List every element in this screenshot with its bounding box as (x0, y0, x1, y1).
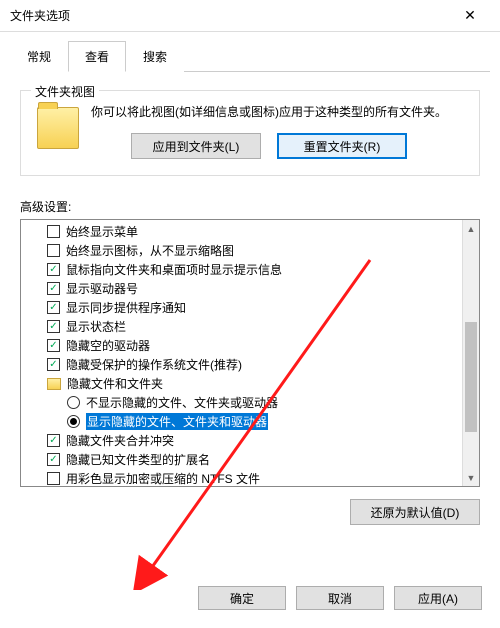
scroll-thumb[interactable] (465, 322, 477, 432)
checkbox-icon[interactable]: ✓ (47, 339, 60, 352)
list-item[interactable]: ✓ 隐藏受保护的操作系统文件(推荐) (27, 355, 461, 374)
list-item-label: 隐藏空的驱动器 (66, 337, 150, 354)
list-item[interactable]: ✓ 显示驱动器号 (27, 279, 461, 298)
checkbox-icon[interactable] (47, 244, 60, 257)
list-item-label: 显示状态栏 (66, 318, 126, 335)
tab-content: 文件夹视图 你可以将此视图(如详细信息或图标)应用于这种类型的所有文件夹。 应用… (0, 72, 500, 525)
list-item-label: 显示隐藏的文件、文件夹和驱动器 (86, 413, 268, 430)
list-item-label: 隐藏文件和文件夹 (67, 375, 163, 392)
list-item-label: 始终显示菜单 (66, 223, 138, 240)
apply-button[interactable]: 应用(A) (394, 586, 482, 610)
advanced-settings-list[interactable]: 始终显示菜单始终显示图标，从不显示缩略图✓鼠标指向文件夹和桌面项时显示提示信息✓… (20, 219, 480, 487)
list-item[interactable]: 用彩色显示加密或压缩的 NTFS 文件 (27, 469, 461, 487)
list-item-label: 鼠标指向文件夹和桌面项时显示提示信息 (66, 261, 282, 278)
checkbox-icon[interactable]: ✓ (47, 434, 60, 447)
checkbox-icon[interactable]: ✓ (47, 301, 60, 314)
checkbox-icon[interactable]: ✓ (47, 282, 60, 295)
group-legend: 文件夹视图 (31, 83, 99, 100)
list-item-label: 隐藏受保护的操作系统文件(推荐) (66, 356, 242, 373)
checkbox-icon[interactable]: ✓ (47, 320, 60, 333)
checkbox-icon[interactable] (47, 225, 60, 238)
close-icon[interactable]: ✕ (450, 7, 490, 24)
checkbox-icon[interactable]: ✓ (47, 358, 60, 371)
checkbox-icon[interactable]: ✓ (47, 263, 60, 276)
radio-icon[interactable] (67, 396, 80, 409)
list-item[interactable]: 始终显示图标，从不显示缩略图 (27, 241, 461, 260)
dialog-footer: 确定 取消 应用(A) (198, 586, 482, 610)
tab-view[interactable]: 查看 (68, 41, 126, 72)
apply-to-folders-button[interactable]: 应用到文件夹(L) (131, 133, 261, 159)
radio-icon[interactable] (67, 415, 80, 428)
checkbox-icon[interactable] (47, 472, 60, 485)
list-item[interactable]: ✓ 隐藏空的驱动器 (27, 336, 461, 355)
list-item-label: 隐藏文件夹合并冲突 (66, 432, 174, 449)
tab-strip: 常规 查看 搜索 (10, 40, 490, 72)
list-item-label: 隐藏已知文件类型的扩展名 (66, 451, 210, 468)
list-item[interactable]: ✓ 显示状态栏 (27, 317, 461, 336)
list-item[interactable]: 不显示隐藏的文件、文件夹或驱动器 (27, 393, 461, 412)
list-item-label: 始终显示图标，从不显示缩略图 (66, 242, 234, 259)
title-bar: 文件夹选项 ✕ (0, 0, 500, 32)
scroll-down-icon[interactable]: ▼ (463, 469, 479, 486)
folder-views-group: 文件夹视图 你可以将此视图(如详细信息或图标)应用于这种类型的所有文件夹。 应用… (20, 90, 480, 176)
window-title: 文件夹选项 (10, 7, 70, 24)
ok-button[interactable]: 确定 (198, 586, 286, 610)
tab-general[interactable]: 常规 (10, 41, 68, 72)
tab-search[interactable]: 搜索 (126, 41, 184, 72)
list-item[interactable]: 显示隐藏的文件、文件夹和驱动器 (27, 412, 461, 431)
folder-mini-icon (47, 378, 61, 390)
list-item-label: 显示同步提供程序通知 (66, 299, 186, 316)
reset-folders-button[interactable]: 重置文件夹(R) (277, 133, 407, 159)
scroll-up-icon[interactable]: ▲ (463, 220, 479, 237)
list-item[interactable]: 始终显示菜单 (27, 222, 461, 241)
list-item-label: 用彩色显示加密或压缩的 NTFS 文件 (66, 470, 260, 487)
restore-defaults-button[interactable]: 还原为默认值(D) (350, 499, 480, 525)
cancel-button[interactable]: 取消 (296, 586, 384, 610)
list-item[interactable]: ✓ 鼠标指向文件夹和桌面项时显示提示信息 (27, 260, 461, 279)
folder-views-desc: 你可以将此视图(如详细信息或图标)应用于这种类型的所有文件夹。 (91, 103, 447, 121)
scrollbar[interactable]: ▲ ▼ (462, 220, 479, 486)
list-item[interactable]: ✓ 隐藏文件夹合并冲突 (27, 431, 461, 450)
list-item[interactable]: ✓ 显示同步提供程序通知 (27, 298, 461, 317)
list-item[interactable]: 隐藏文件和文件夹 (27, 374, 461, 393)
folder-icon (37, 107, 79, 149)
checkbox-icon[interactable]: ✓ (47, 453, 60, 466)
list-item-label: 显示驱动器号 (66, 280, 138, 297)
list-item[interactable]: ✓ 隐藏已知文件类型的扩展名 (27, 450, 461, 469)
list-item-label: 不显示隐藏的文件、文件夹或驱动器 (86, 394, 278, 411)
advanced-settings-label: 高级设置: (20, 198, 480, 215)
